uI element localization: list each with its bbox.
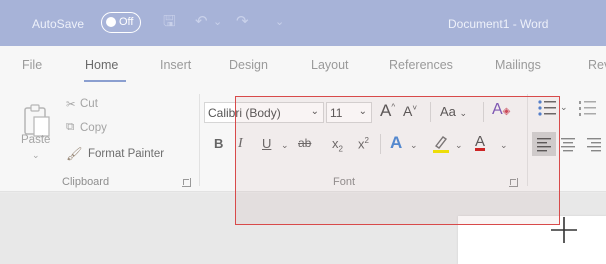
clipboard-group-label: Clipboard — [62, 176, 110, 188]
bold-button[interactable]: B — [214, 136, 223, 151]
undo-dropdown-icon[interactable]: ⌄ — [213, 13, 222, 31]
tab-home[interactable]: Home — [85, 58, 118, 72]
undo-icon[interactable]: ↶ — [195, 13, 208, 31]
tab-layout[interactable]: Layout — [311, 58, 349, 72]
paste-dropdown-icon[interactable]: ⌄ — [32, 150, 40, 161]
cut-button[interactable]: Cut — [80, 98, 98, 110]
toggle-knob — [106, 17, 116, 27]
tab-insert[interactable]: Insert — [160, 58, 191, 72]
tab-file[interactable]: File — [22, 58, 42, 72]
copy-button[interactable]: Copy — [80, 122, 107, 134]
align-right-icon[interactable] — [586, 136, 604, 152]
format-painter-button[interactable]: Format Painter — [88, 148, 164, 160]
group-separator — [199, 94, 200, 186]
crosshair-cursor-icon — [551, 217, 577, 243]
redo-icon[interactable]: ↷ — [236, 13, 249, 31]
copy-icon[interactable]: ⧉ — [66, 121, 74, 134]
autosave-state: Off — [119, 16, 134, 28]
autosave-toggle[interactable]: Off — [101, 12, 141, 33]
save-icon[interactable]: 🖫 — [163, 13, 176, 31]
tab-review[interactable]: Rev — [588, 58, 606, 72]
cut-icon[interactable]: ✂ — [66, 97, 76, 111]
numbering-icon[interactable] — [578, 99, 598, 117]
tab-references[interactable]: References — [389, 58, 453, 72]
clipboard-launcher-icon[interactable] — [182, 178, 191, 187]
selection-rectangle — [235, 96, 560, 225]
align-center-icon[interactable] — [560, 136, 578, 152]
title-bar: AutoSave Off 🖫 ↶ ⌄ ↷ ⌄ Document1 - Word — [0, 0, 606, 46]
format-painter-icon[interactable]: 🖌 — [66, 146, 83, 162]
tab-mailings[interactable]: Mailings — [495, 58, 541, 72]
paste-button[interactable]: Paste — [21, 134, 50, 146]
document-title: Document1 - Word — [448, 17, 549, 31]
bullets-dropdown-icon[interactable]: ⌄ — [560, 102, 568, 113]
autosave-label: AutoSave — [32, 17, 85, 31]
tab-design[interactable]: Design — [229, 58, 268, 72]
active-tab-indicator — [84, 80, 126, 82]
customize-toolbar-icon[interactable]: ⌄ — [275, 13, 284, 31]
ribbon-tabs: File Home Insert Design Layout Reference… — [0, 46, 606, 88]
